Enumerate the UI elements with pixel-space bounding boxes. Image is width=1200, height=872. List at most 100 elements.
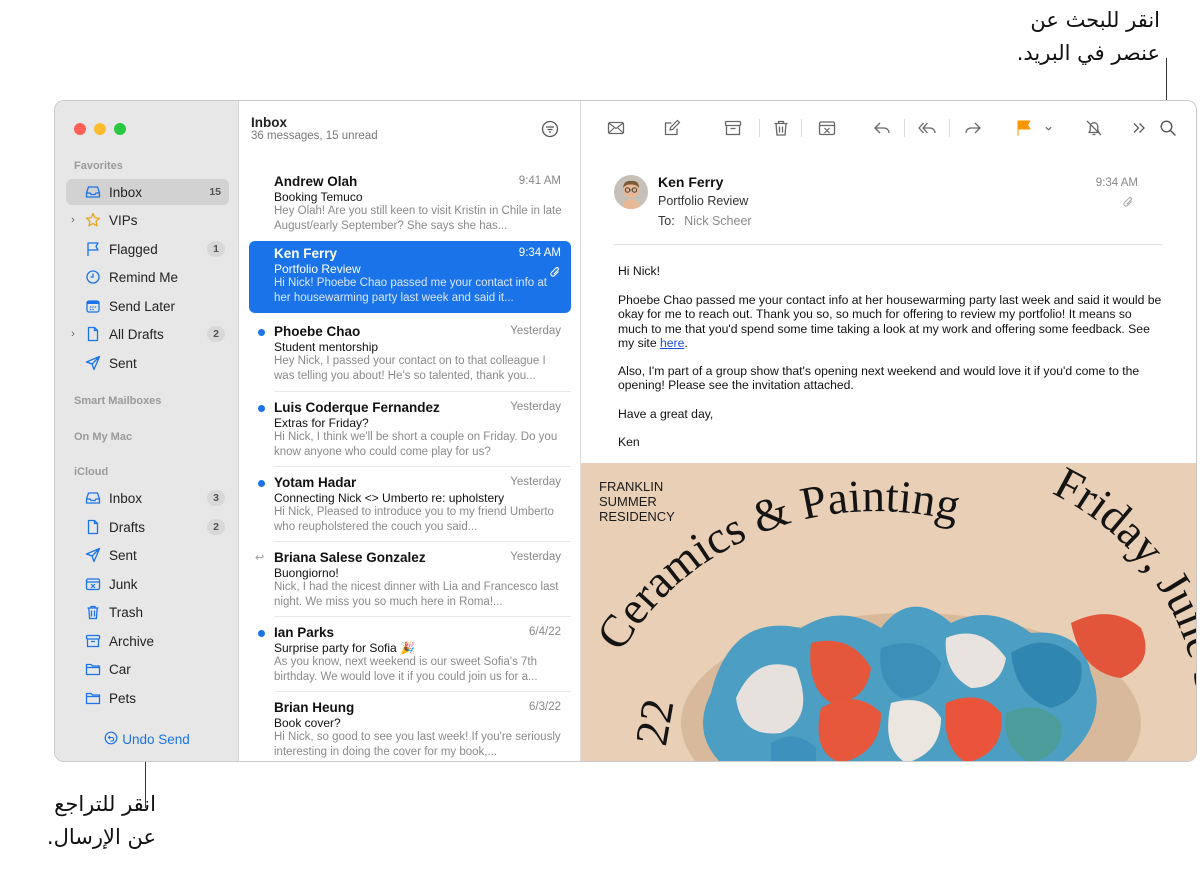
message-row[interactable]: Yotam Hadar Yesterday Connecting Nick <>… bbox=[249, 470, 571, 542]
message-row[interactable]: Phoebe Chao Yesterday Student mentorship… bbox=[249, 319, 571, 391]
unread-dot-icon bbox=[258, 329, 265, 336]
paperplane-icon bbox=[84, 546, 102, 564]
section-on-my-mac[interactable]: On My Mac bbox=[74, 431, 132, 443]
sidebar-item-icloud-car[interactable]: Car bbox=[66, 656, 229, 682]
message-row[interactable]: Ian Parks 6/4/22 Surprise party for Sofi… bbox=[249, 620, 571, 692]
search-button[interactable] bbox=[1157, 117, 1179, 139]
chevron-down-icon bbox=[1044, 126, 1052, 131]
message-list: Inbox 36 messages, 15 unread Andrew Olah… bbox=[239, 101, 581, 761]
attachment-icon bbox=[1122, 195, 1134, 207]
reply-all-button[interactable] bbox=[916, 117, 938, 139]
undo-send-label: Undo Send bbox=[122, 732, 190, 747]
sidebar-item-all-drafts[interactable]: › All Drafts 2 bbox=[66, 321, 229, 347]
sidebar-item-inbox[interactable]: Inbox 15 bbox=[66, 179, 229, 205]
message-row-selected[interactable]: Ken Ferry 9:34 AM Portfolio Review Hi Ni… bbox=[249, 241, 571, 313]
reply-icon bbox=[874, 122, 890, 134]
forward-button[interactable] bbox=[962, 117, 984, 139]
search-callout: انقر للبحث عن عنصر في البريد. bbox=[900, 4, 1160, 69]
toolbar bbox=[581, 101, 1196, 151]
email-sender[interactable]: Ken Ferry bbox=[658, 174, 723, 190]
junk-button[interactable] bbox=[816, 117, 838, 139]
poster-org-line1: FRANKLIN bbox=[599, 479, 663, 494]
sidebar-item-vips[interactable]: › VIPs bbox=[66, 207, 229, 233]
sidebar-item-icloud-inbox[interactable]: Inbox 3 bbox=[66, 485, 229, 511]
filter-button[interactable] bbox=[540, 119, 560, 139]
email-signature: Ken bbox=[618, 435, 640, 449]
message-preview: Hey Nick, I passed your contact on to th… bbox=[274, 355, 546, 382]
delete-button[interactable] bbox=[770, 117, 792, 139]
archive-button[interactable] bbox=[722, 117, 744, 139]
get-mail-button[interactable] bbox=[605, 117, 627, 139]
toolbar-divider bbox=[801, 119, 802, 137]
sidebar-item-icloud-pets[interactable]: Pets bbox=[66, 685, 229, 711]
bell-slash-icon bbox=[1086, 120, 1102, 136]
message-preview: As you know, next weekend is our sweet S… bbox=[274, 656, 538, 683]
unread-dot-icon bbox=[258, 480, 265, 487]
reply-button[interactable] bbox=[871, 117, 893, 139]
message-time: Yesterday bbox=[510, 551, 561, 563]
email-paragraph: Also, I'm part of a group show that's op… bbox=[618, 364, 1140, 393]
message-time: 9:41 AM bbox=[518, 175, 561, 187]
message-divider bbox=[274, 391, 571, 392]
message-time: Yesterday bbox=[510, 476, 561, 488]
site-link[interactable]: here bbox=[660, 336, 684, 350]
message-sender: Luis Coderque Fernandez bbox=[274, 400, 440, 415]
poster-org-line3: RESIDENCY bbox=[599, 509, 675, 524]
sidebar-item-sent[interactable]: Sent bbox=[66, 350, 229, 376]
search-callout-line1: انقر للبحث عن bbox=[1030, 8, 1160, 32]
recipient-name[interactable]: Nick Scheer bbox=[684, 214, 751, 228]
compose-button[interactable] bbox=[661, 117, 683, 139]
sidebar-item-icloud-archive[interactable]: Archive bbox=[66, 628, 229, 654]
sidebar-item-remind-me[interactable]: Remind Me bbox=[66, 264, 229, 290]
search-callout-line2: عنصر في البريد. bbox=[1016, 40, 1160, 65]
flag-button[interactable] bbox=[1013, 117, 1035, 139]
close-window-button[interactable] bbox=[74, 123, 86, 135]
drafts-count-badge: 2 bbox=[207, 519, 225, 535]
junk-icon bbox=[818, 121, 836, 136]
avatar bbox=[614, 175, 648, 209]
sidebar-item-icloud-sent[interactable]: Sent bbox=[66, 542, 229, 568]
chevron-right-icon[interactable]: › bbox=[66, 214, 80, 226]
message-preview: Nick, I had the nicest dinner with Lia a… bbox=[274, 581, 559, 608]
sidebar-item-icloud-trash[interactable]: Trash bbox=[66, 599, 229, 625]
message-time: 9:34 AM bbox=[518, 247, 561, 259]
invitation-poster: FRANKLIN SUMMER RESIDENCY Ceramics & Pai… bbox=[581, 463, 1196, 761]
message-row[interactable]: ↩ Briana Salese Gonzalez Yesterday Buong… bbox=[249, 545, 571, 617]
toolbar-divider bbox=[759, 119, 760, 137]
filter-icon bbox=[541, 120, 559, 138]
sidebar-item-icloud-drafts[interactable]: Drafts 2 bbox=[66, 514, 229, 540]
archive-icon bbox=[724, 120, 742, 136]
folder-icon bbox=[84, 660, 102, 678]
section-smart-mailboxes[interactable]: Smart Mailboxes bbox=[74, 395, 161, 407]
message-row[interactable]: Andrew Olah 9:41 AM Booking Temuco Hey O… bbox=[249, 169, 571, 241]
mailbox-title: Inbox bbox=[251, 115, 287, 130]
section-icloud[interactable]: iCloud bbox=[74, 466, 108, 478]
trash-icon bbox=[84, 603, 102, 621]
poster-org-line2: SUMMER bbox=[599, 494, 657, 509]
reply-all-icon bbox=[918, 122, 936, 134]
message-divider bbox=[274, 616, 571, 617]
toolbar-divider bbox=[949, 119, 950, 137]
undo-icon bbox=[104, 731, 118, 748]
message-subject: Connecting Nick <> Umberto re: upholster… bbox=[274, 491, 505, 505]
minimize-window-button[interactable] bbox=[94, 123, 106, 135]
header-divider bbox=[614, 244, 1162, 245]
zoom-window-button[interactable] bbox=[114, 123, 126, 135]
message-row[interactable]: Luis Coderque Fernandez Yesterday Extras… bbox=[249, 395, 571, 467]
mute-button[interactable] bbox=[1083, 117, 1105, 139]
message-subject: Book cover? bbox=[274, 716, 341, 730]
sidebar-item-icloud-junk[interactable]: Junk bbox=[66, 571, 229, 597]
flag-menu-button[interactable] bbox=[1041, 117, 1055, 139]
invitation-attachment[interactable]: FRANKLIN SUMMER RESIDENCY Ceramics & Pai… bbox=[581, 463, 1196, 761]
undo-callout-line2: عن الإرسال. bbox=[46, 824, 156, 849]
clock-icon bbox=[84, 268, 102, 286]
compose-icon bbox=[664, 119, 681, 136]
chevron-right-icon[interactable]: › bbox=[66, 328, 80, 340]
sidebar-item-send-later[interactable]: Send Later bbox=[66, 293, 229, 319]
message-row[interactable]: Brian Heung 6/3/22 Book cover? Hi Nick, … bbox=[249, 695, 571, 761]
undo-send-button[interactable]: Undo Send bbox=[55, 731, 239, 748]
more-toolbar-button[interactable] bbox=[1128, 117, 1150, 139]
window-controls bbox=[74, 123, 126, 135]
sidebar-item-flagged[interactable]: Flagged 1 bbox=[66, 236, 229, 262]
to-label: To: bbox=[658, 214, 675, 228]
